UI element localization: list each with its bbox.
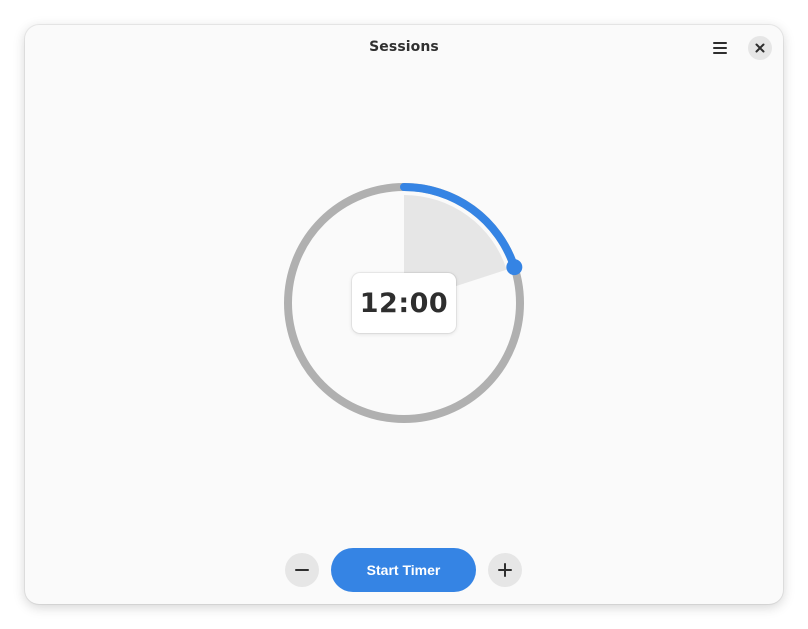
minus-icon: [295, 569, 309, 571]
start-timer-button[interactable]: Start Timer: [331, 548, 476, 592]
increase-time-button[interactable]: [488, 553, 522, 587]
dial-drag-handle[interactable]: [506, 259, 523, 276]
time-text: 12:00: [359, 287, 449, 319]
main-menu-button[interactable]: [705, 35, 735, 61]
header-bar: Sessions: [25, 25, 783, 71]
time-display: 12:00: [352, 273, 456, 333]
hamburger-menu-icon: [713, 42, 727, 54]
window-title: Sessions: [369, 39, 439, 55]
app-window: Sessions 12:00 Start Timer: [25, 25, 783, 604]
decrease-time-button[interactable]: [285, 553, 319, 587]
close-button[interactable]: [748, 36, 772, 60]
plus-icon: [498, 563, 512, 577]
close-icon: [755, 43, 765, 53]
